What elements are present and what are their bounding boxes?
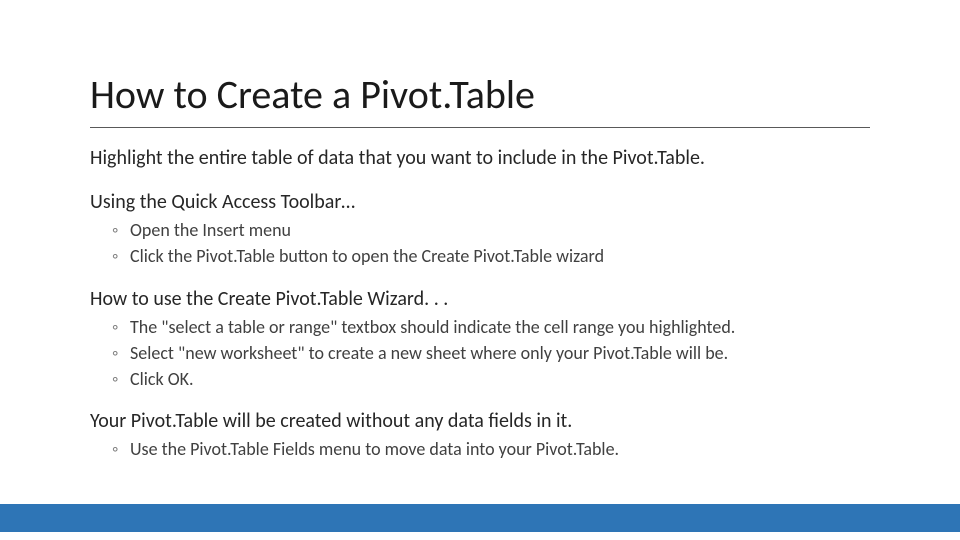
- section-bullets-wizard: The "select a table or range" textbox sh…: [116, 315, 870, 392]
- list-item: Open the Insert menu: [116, 218, 870, 242]
- slide-content: How to Create a Pivot.Table Highlight th…: [0, 0, 960, 462]
- list-item: The "select a table or range" textbox sh…: [116, 315, 870, 339]
- section-heading-quick-access: Using the Quick Access Toolbar…: [90, 190, 870, 214]
- section-heading-wizard: How to use the Create Pivot.Table Wizard…: [90, 287, 870, 311]
- slide: How to Create a Pivot.Table Highlight th…: [0, 0, 960, 540]
- list-item: Use the Pivot.Table Fields menu to move …: [116, 437, 870, 461]
- lead-paragraph: Highlight the entire table of data that …: [90, 146, 870, 170]
- section-bullets-quick-access: Open the Insert menu Click the Pivot.Tab…: [116, 218, 870, 269]
- list-item: Click the Pivot.Table button to open the…: [116, 244, 870, 268]
- list-item: Select "new worksheet" to create a new s…: [116, 341, 870, 365]
- section-heading-created: Your Pivot.Table will be created without…: [90, 409, 870, 433]
- section-bullets-created: Use the Pivot.Table Fields menu to move …: [116, 437, 870, 461]
- footer-accent-bar: [0, 504, 960, 532]
- slide-title: How to Create a Pivot.Table: [90, 70, 870, 128]
- list-item: Click OK.: [116, 367, 870, 391]
